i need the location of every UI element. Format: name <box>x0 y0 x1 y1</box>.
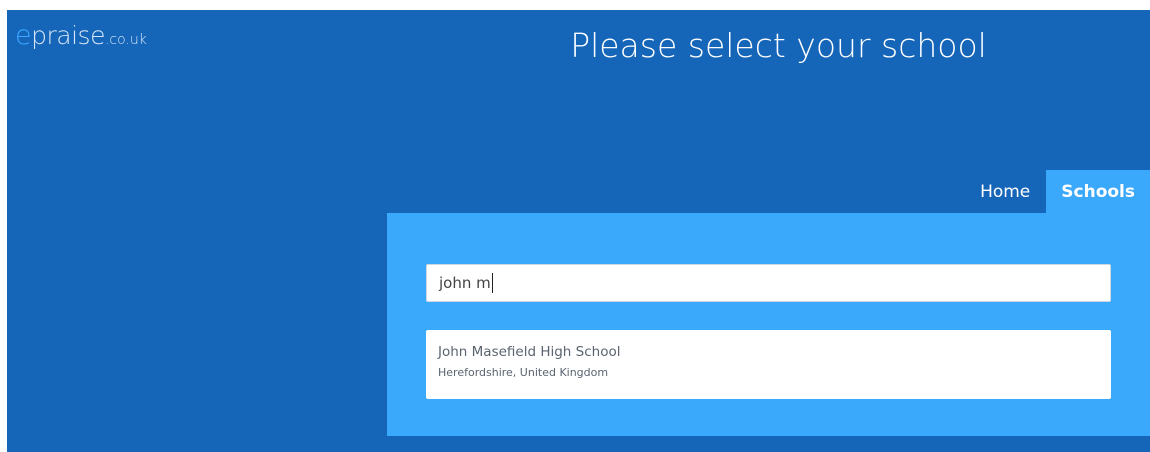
school-name: John Masefield High School <box>438 344 621 360</box>
main-navigation: Home Schools <box>964 170 1150 214</box>
nav-tab-schools[interactable]: Schools <box>1046 170 1150 214</box>
school-search-panel: john m John Masefield High School Herefo… <box>387 213 1150 436</box>
nav-tab-home[interactable]: Home <box>964 170 1046 214</box>
search-input-value: john m <box>439 274 491 292</box>
school-suggestion-item[interactable]: John Masefield High School Herefordshire… <box>426 330 1111 399</box>
page-background: epraise.co.uk Please select your school … <box>7 10 1150 452</box>
school-search-input[interactable]: john m <box>426 264 1111 302</box>
page-title: Please select your school <box>570 26 987 65</box>
text-caret <box>491 273 493 293</box>
school-location: Herefordshire, United Kingdom <box>438 366 609 379</box>
